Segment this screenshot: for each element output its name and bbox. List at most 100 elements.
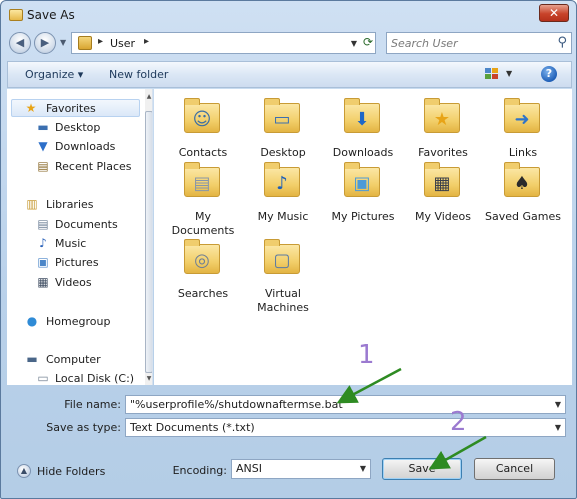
folder-item[interactable]: ▦ My Videos [403,159,483,223]
hide-folders-label: Hide Folders [37,465,106,478]
my-pictures-folder-icon: ▣ [353,173,371,194]
search-icon[interactable]: ⚲ [557,35,567,50]
folder-label: Virtual Machines [257,287,309,314]
folder-label: Contacts [178,146,228,159]
searches-folder-icon: ◎ [194,250,210,271]
new-folder-button[interactable]: New folder [109,68,168,81]
save-as-type-dropdown-icon[interactable]: ▼ [555,423,561,432]
file-name-combobox[interactable]: ▼ [125,395,566,414]
links-folder-icon: ➜ [514,109,530,130]
navigation-scrollbar[interactable]: ▲ ▼ [145,89,152,385]
refresh-icon[interactable]: ⟳ [363,35,373,49]
encoding-label: Encoding: [172,464,227,477]
sidebar-item-desktop[interactable]: ▬ Desktop [7,119,141,137]
desktop-folder-icon: ▭ [273,109,291,130]
sidebar-item-documents[interactable]: ▤ Documents [7,216,141,234]
folder-label: Desktop [260,146,306,159]
star-icon: ★ [25,101,37,115]
close-icon: ✕ [548,6,560,20]
save-as-type-select[interactable]: Text Documents (*.txt) ▼ [125,418,566,437]
sidebar-item-label: Pictures [55,256,99,269]
folder-label: Links [508,146,538,159]
file-name-input[interactable] [130,398,545,411]
folder-item[interactable]: ★ Favorites [403,95,483,159]
sidebar-item-label: Local Disk (C:) [55,372,135,385]
sidebar-item-label: Computer [46,353,101,366]
folder-label: My Videos [414,210,472,223]
folder-item[interactable]: ▭ Desktop [243,95,323,159]
file-name-dropdown-icon[interactable]: ▼ [555,400,561,409]
scroll-up-icon[interactable]: ▲ [145,93,152,100]
sidebar-item-computer[interactable]: ▬ Computer [7,351,141,369]
folder-item[interactable]: ♠ Saved Games [483,159,563,223]
sidebar-item-recent-places[interactable]: ▤ Recent Places [7,158,141,176]
sidebar-item-label: Libraries [46,198,94,211]
save-options-area: File name: ▼ Save as type: Text Document… [7,386,572,494]
change-view-icon[interactable] [485,68,499,80]
help-icon[interactable]: ? [541,66,557,82]
step-number-1: 1 [358,340,375,370]
save-button[interactable]: Save [382,458,462,480]
recent-pages-dropdown-icon[interactable]: ▼ [60,38,66,47]
breadcrumb-separator-icon[interactable]: ▸ [144,36,149,47]
documents-icon: ▤ [37,217,49,231]
organize-button[interactable]: Organize ▾ [25,68,83,81]
sidebar-item-label: Music [55,237,87,250]
sidebar-item-label: Recent Places [55,160,132,173]
folder-item[interactable]: ▣ My Pictures [323,159,403,223]
save-as-type-label: Save as type: [46,421,121,434]
save-as-dialog: Save As ✕ ◀ ▶ ▼ ▸ User ▸ ▼ ⟳ ⚲ Organize … [0,0,577,499]
computer-icon: ▬ [26,352,38,366]
address-bar[interactable]: ▸ User ▸ ▼ ⟳ [71,32,376,54]
hide-folders-button[interactable]: ▲ Hide Folders [17,464,117,480]
navigation-row: ◀ ▶ ▼ ▸ User ▸ ▼ ⟳ ⚲ [7,31,573,57]
saved-games-folder-icon: ♠ [513,173,531,194]
scroll-down-icon[interactable]: ▼ [145,375,152,382]
folder-label: Saved Games [485,210,561,223]
scrollbar-thumb[interactable] [145,111,152,373]
folder-item[interactable]: ☺ Contacts [163,95,243,159]
sidebar-item-favorites[interactable]: ★ Favorites [11,99,140,117]
navigation-pane: ★ Favorites ▬ Desktop ▼ Downloads ▤ Rece… [7,89,153,385]
sidebar-item-label: Desktop [55,121,101,134]
downloads-icon: ▼ [38,139,48,153]
encoding-dropdown-icon[interactable]: ▼ [360,464,366,473]
folder-item[interactable]: ⬇ Downloads [323,95,403,159]
contacts-folder-icon: ☺ [192,109,212,130]
folder-item[interactable]: ➜ Links [483,95,563,159]
sidebar-item-music[interactable]: ♪ Music [7,235,141,253]
sidebar-item-pictures[interactable]: ▣ Pictures [7,254,141,272]
breadcrumb-separator-icon[interactable]: ▸ [98,36,103,47]
folder-item[interactable]: ◎ Searches [163,236,243,300]
sidebar-item-local-disk[interactable]: ▭ Local Disk (C:) [7,370,141,386]
cancel-button[interactable]: Cancel [474,458,555,480]
breadcrumb-user[interactable]: User [110,37,135,50]
folder-label: Downloads [332,146,394,159]
sidebar-item-homegroup[interactable]: ● Homegroup [7,313,141,331]
recent-places-icon: ▤ [37,159,49,173]
step-number-2: 2 [450,407,467,437]
folder-item[interactable]: ▤ My Documents [163,159,243,237]
folder-label: My Music [257,210,309,223]
view-options-dropdown-icon[interactable]: ▼ [506,69,512,78]
sidebar-item-label: Documents [55,218,118,231]
search-box[interactable]: ⚲ [386,32,572,54]
forward-button[interactable]: ▶ [34,32,56,54]
close-button[interactable]: ✕ [539,4,569,22]
folder-label: Favorites [418,146,468,159]
back-button[interactable]: ◀ [9,32,31,54]
address-dropdown-icon[interactable]: ▼ [351,39,357,48]
search-input[interactable] [391,36,551,51]
my-music-folder-icon: ♪ [276,173,288,194]
sidebar-item-downloads[interactable]: ▼ Downloads [7,138,141,156]
folder-item[interactable]: ▢ Virtual Machines [243,236,323,314]
user-folder-icon [78,36,92,50]
folder-item[interactable]: ♪ My Music [243,159,323,223]
my-videos-folder-icon: ▦ [433,173,451,194]
virtual-machines-folder-icon: ▢ [273,250,291,271]
sidebar-item-label: Videos [55,276,92,289]
encoding-select[interactable]: ANSI ▼ [231,459,371,479]
sidebar-item-libraries[interactable]: ▥ Libraries [7,196,141,214]
sidebar-item-videos[interactable]: ▦ Videos [7,274,141,292]
folder-label: My Documents [171,210,235,237]
